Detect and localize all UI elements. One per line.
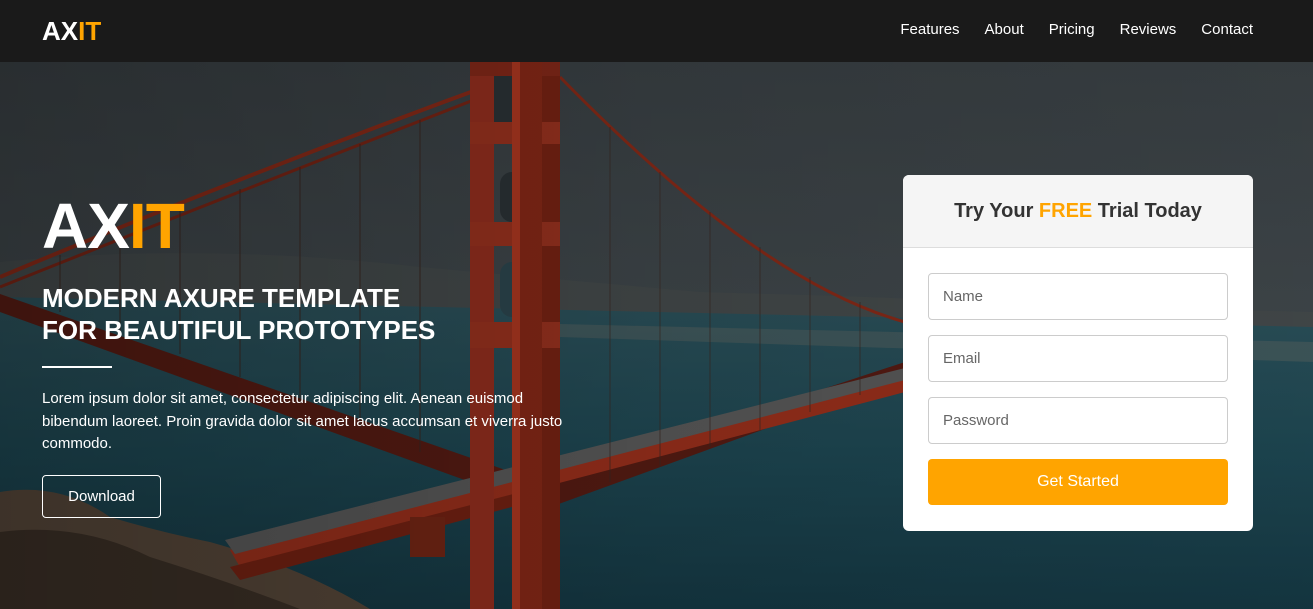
signup-card-title: Try Your FREE Trial Today	[903, 175, 1253, 248]
logo-text-white: AX	[42, 16, 79, 46]
nav-link-reviews[interactable]: Reviews	[1120, 20, 1177, 40]
top-navbar: AXIT Features About Pricing Reviews Cont…	[0, 0, 1313, 62]
hero-headline-line1: MODERN AXURE TEMPLATE	[42, 283, 401, 313]
download-button[interactable]: Download	[42, 475, 161, 518]
password-input[interactable]	[928, 397, 1228, 444]
nav-link-features[interactable]: Features	[900, 20, 959, 40]
get-started-button[interactable]: Get Started	[928, 459, 1228, 505]
nav-link-about[interactable]: About	[985, 20, 1024, 40]
nav-link-contact[interactable]: Contact	[1201, 20, 1253, 40]
title-highlight: FREE	[1038, 200, 1093, 222]
hero-brand: AXIT	[42, 190, 185, 262]
logo[interactable]: AXIT	[42, 16, 101, 46]
logo-text-orange: IT	[78, 16, 102, 46]
name-input[interactable]	[928, 273, 1228, 320]
nav-link-pricing[interactable]: Pricing	[1049, 20, 1095, 40]
title-after: Trial Today	[1092, 200, 1202, 222]
email-input[interactable]	[928, 335, 1228, 382]
nav-menu: Features About Pricing Reviews Contact	[875, 20, 1253, 40]
hero-description: Lorem ipsum dolor sit amet, consectetur …	[42, 390, 563, 452]
title-before: Try Your	[954, 200, 1039, 222]
hero-headline-line2: FOR BEAUTIFUL PROTOTYPES	[42, 315, 436, 345]
hero-brand-white: AX	[42, 190, 130, 262]
hero-section: AXIT MODERN AXURE TEMPLATE FOR BEAUTIFUL…	[0, 62, 1313, 609]
hero-divider	[42, 366, 112, 368]
hero-brand-orange: IT	[128, 190, 185, 262]
signup-card: Try Your FREE Trial Today Get Started	[903, 175, 1253, 531]
hero-headline: MODERN AXURE TEMPLATE FOR BEAUTIFUL PROT…	[42, 282, 435, 346]
